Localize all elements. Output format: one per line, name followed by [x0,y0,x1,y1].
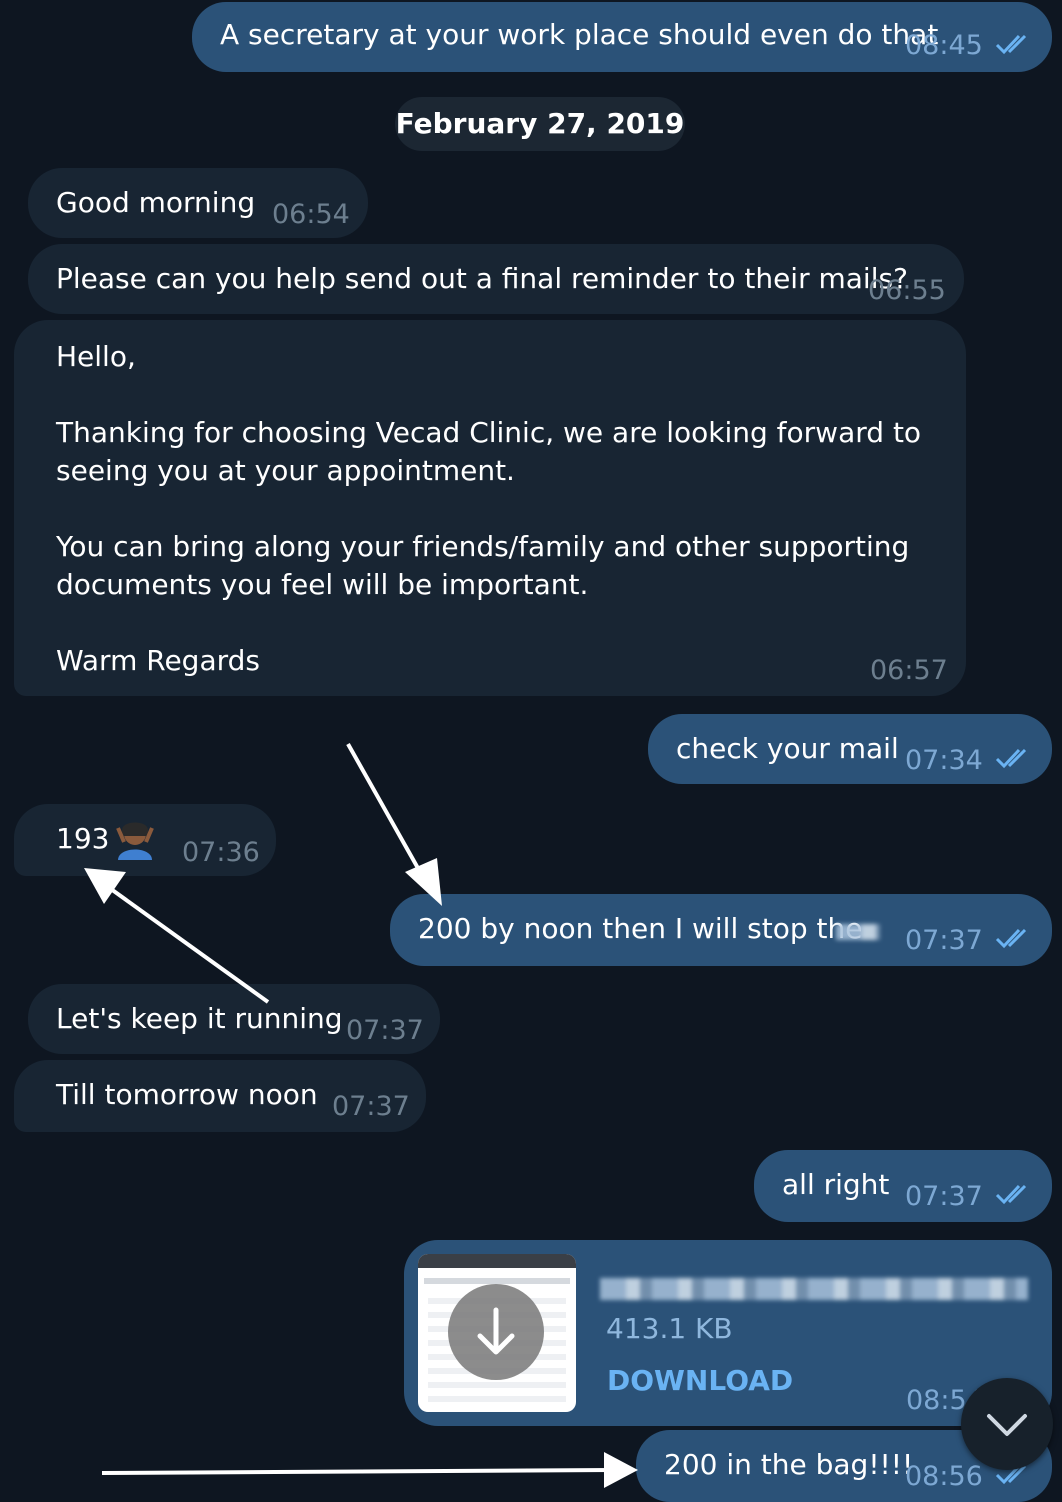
message-time: 07:37 [346,1015,424,1046]
download-button[interactable] [448,1284,544,1380]
message-text-line: Thanking for choosing Vecad Clinic, we a… [56,416,922,449]
message-text: A secretary at your work place should ev… [220,18,939,51]
message-outgoing[interactable]: all right 07:37 [754,1150,1052,1222]
message-text: Let's keep it running [56,1002,343,1035]
message-outgoing[interactable]: check your mail 07:34 [648,714,1052,784]
file-name-redacted [600,1278,1028,1300]
message-time: 07:37 [905,925,983,956]
file-message[interactable]: 413.1 KB DOWNLOAD 08:54 [404,1240,1052,1426]
file-thumbnail[interactable] [418,1254,576,1412]
double-check-icon [995,1184,1027,1205]
message-text: check your mail [676,732,899,765]
person-emoji-icon [116,822,154,860]
annotation-arrow [346,743,442,906]
message-text: 200 in the bag!!!! [664,1448,914,1481]
scroll-down-chevron-icon [987,1414,1027,1436]
message-incoming[interactable]: Till tomorrow noon 07:37 [14,1060,426,1132]
download-link[interactable]: DOWNLOAD [607,1362,793,1400]
double-check-icon [995,748,1027,769]
message-text: all right [782,1168,890,1201]
file-size: 413.1 KB [606,1312,733,1345]
double-check-icon [995,928,1027,949]
message-text-line: documents you feel will be important. [56,568,589,601]
message-incoming[interactable]: Hello, Thanking for choosing Vecad Clini… [14,320,966,696]
message-incoming[interactable]: Good morning 06:54 [28,168,368,238]
message-text: 200 by noon then I will stop the [418,912,863,945]
message-time: 07:37 [905,1181,983,1212]
date-separator: February 27, 2019 [395,97,685,151]
scroll-down-button[interactable] [961,1378,1053,1470]
message-text-line: Warm Regards [56,644,260,677]
redacted-text [836,924,880,940]
message-time: 06:54 [272,199,350,230]
message-time: 06:55 [868,275,946,306]
message-text-line: Hello, [56,340,136,373]
annotation-arrow [101,1452,638,1488]
message-incoming[interactable]: Please can you help send out a final rem… [28,244,964,314]
download-arrow-icon [477,1307,515,1355]
message-time: 07:36 [182,837,260,868]
message-time: 06:57 [870,655,948,686]
message-outgoing[interactable]: A secretary at your work place should ev… [192,2,1052,72]
message-incoming[interactable]: 193 07:36 [14,804,276,876]
message-time: 07:37 [332,1091,410,1122]
message-text: Please can you help send out a final rem… [56,262,908,295]
message-time: 08:45 [905,30,983,61]
double-check-icon [995,34,1027,55]
message-text-line: You can bring along your friends/family … [56,530,910,563]
message-outgoing[interactable]: 200 by noon then I will stop the 07:37 [390,894,1052,966]
message-text-line: seeing you at your appointment. [56,454,515,487]
message-time: 07:34 [905,745,983,776]
message-text: 193 [56,822,110,855]
message-text: Till tomorrow noon [56,1078,318,1111]
message-text: Good morning [56,186,256,219]
annotation-arrow [84,868,270,1004]
message-incoming[interactable]: Let's keep it running 07:37 [28,984,440,1054]
